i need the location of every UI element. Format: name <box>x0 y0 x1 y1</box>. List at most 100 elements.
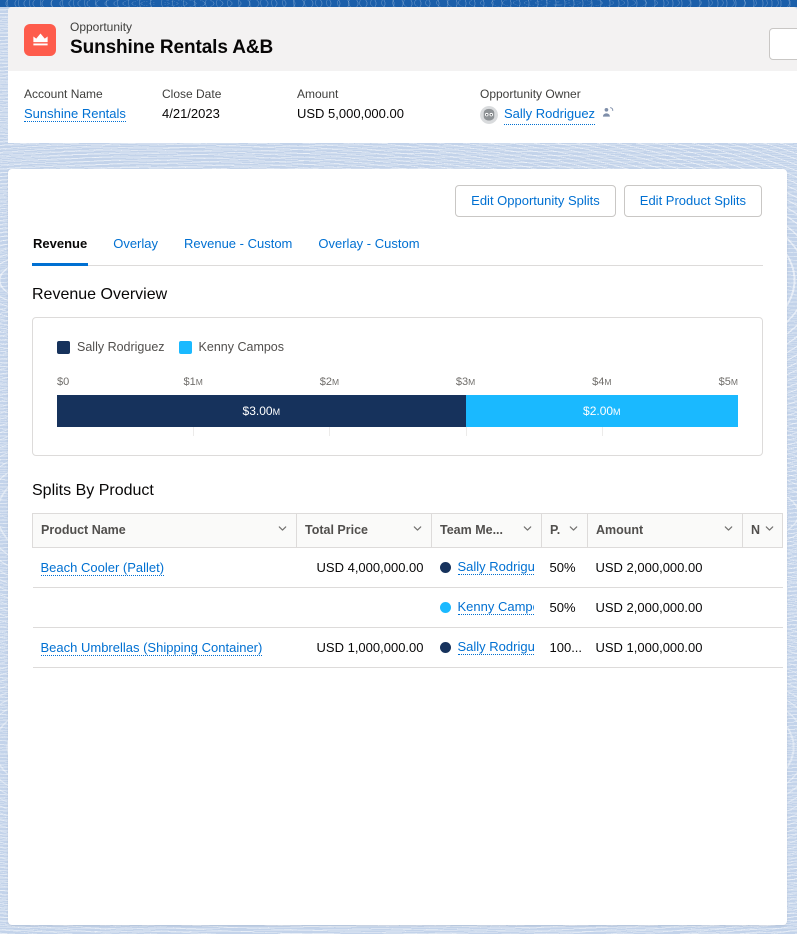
tab-overlay[interactable]: Overlay <box>112 233 159 266</box>
cell-product-name[interactable]: Beach Cooler (Pallet) <box>32 547 297 588</box>
team-member-link[interactable]: Sally Rodrigue <box>457 639 534 655</box>
cell-n <box>742 627 783 668</box>
table-row: Kenny Campos 50%USD 2,000,000.00 <box>32 587 783 628</box>
chart-plot: $0 $1M $2M $3M $4M $5M $3.00M $2.00M <box>57 376 738 436</box>
splits-by-product-heading: Splits By Product <box>32 482 154 499</box>
axis-tick-label: $2M <box>319 376 340 388</box>
chevron-down-icon[interactable] <box>277 523 288 537</box>
splits-panel: Edit Opportunity Splits Edit Product Spl… <box>8 169 787 925</box>
field-value: 4/21/2023 <box>162 106 220 122</box>
cell-percent: 50% <box>541 547 588 588</box>
bar-track: $3.00M $2.00M <box>57 395 738 427</box>
column-header[interactable]: P. <box>541 513 588 548</box>
chevron-down-icon[interactable] <box>723 523 734 537</box>
table-row: Beach Umbrellas (Shipping Container) USD … <box>32 627 783 668</box>
cell-percent: 100... <box>541 627 588 668</box>
legend-swatch <box>178 340 192 354</box>
revenue-overview-heading: Revenue Overview <box>32 286 168 303</box>
splits-table: Product Name Total Price Team Me... P. Amoun… <box>32 513 783 668</box>
table-header: Product Name Total Price Team Me... P. Amoun… <box>32 513 783 548</box>
axis-tick-label: $5M <box>718 376 738 388</box>
bar-value-label: $2.00M <box>583 404 621 418</box>
header-action-button[interactable] <box>769 28 797 60</box>
axis-tick-label: $1M <box>183 376 203 388</box>
axis-tick-label: $4M <box>592 376 612 388</box>
legend-item: Sally Rodriguez <box>57 340 165 354</box>
field-amount: Amount USD 5,000,000.00 <box>297 86 480 125</box>
action-buttons: Edit Opportunity Splits Edit Product Spl… <box>32 185 763 217</box>
cell-product-name <box>32 587 297 628</box>
cell-total-price: USD 4,000,000.00 <box>296 547 432 588</box>
column-header-label: Amount <box>596 523 644 537</box>
field-opportunity-owner: Opportunity Owner Sally Rodriguez <box>480 86 781 126</box>
opportunity-owner-link[interactable]: Sally Rodriguez <box>504 105 596 126</box>
legend-swatch <box>57 340 70 354</box>
cell-team-member[interactable]: Sally Rodrigue <box>431 627 542 668</box>
column-header[interactable]: Total Price <box>296 513 432 548</box>
edit-product-splits-button[interactable]: Edit Product Splits <box>623 185 762 217</box>
table-row: Beach Cooler (Pallet) USD 4,000,000.00 Sal… <box>32 547 783 588</box>
field-label: Account Name <box>24 87 103 101</box>
column-header-label: P. <box>550 523 561 537</box>
column-header-label: Team Me... <box>440 523 503 537</box>
table-header-row: Product Name Total Price Team Me... P. Amoun… <box>32 513 783 548</box>
product-name-link[interactable]: Beach Cooler (Pallet) <box>40 559 165 576</box>
revenue-chart-card: Sally Rodriguez Kenny Campos $0 $1M $2M $3M $… <box>32 317 763 456</box>
member-color-dot <box>439 601 451 613</box>
column-header[interactable]: N <box>742 513 783 548</box>
tab-revenue[interactable]: Revenue <box>32 233 89 266</box>
product-name-link[interactable]: Beach Umbrellas (Shipping Container) <box>40 639 263 656</box>
chevron-down-icon[interactable] <box>412 523 423 537</box>
column-header[interactable]: Product Name <box>32 513 297 548</box>
axis-tick-label: $3M <box>455 376 476 388</box>
team-member-link[interactable]: Kenny Campos <box>457 599 534 615</box>
field-close-date: Close Date 4/21/2023 <box>162 86 297 125</box>
chevron-down-icon[interactable] <box>568 523 579 537</box>
edit-opportunity-splits-button[interactable]: Edit Opportunity Splits <box>455 185 616 217</box>
tab-bar: Revenue Overlay Revenue - Custom Overlay… <box>32 233 763 266</box>
change-owner-icon[interactable] <box>601 106 614 125</box>
app-top-bar <box>0 0 797 7</box>
tab-revenue-custom[interactable]: Revenue - Custom <box>183 233 293 266</box>
chevron-down-icon[interactable] <box>764 523 775 537</box>
table-body: Beach Cooler (Pallet) USD 4,000,000.00 Sal… <box>32 547 783 668</box>
cell-total-price: USD 1,000,000.00 <box>296 627 432 668</box>
cell-product-name[interactable]: Beach Umbrellas (Shipping Container) <box>32 627 297 668</box>
record-type-label: Opportunity <box>70 19 133 34</box>
field-value: USD 5,000,000.00 <box>297 106 404 122</box>
column-header[interactable]: Amount <box>587 513 743 548</box>
legend-item: Kenny Campos <box>178 340 284 354</box>
axis-tick-label: $0 <box>57 376 70 388</box>
column-header-label: N <box>751 523 761 537</box>
opportunity-crown-icon <box>24 23 56 56</box>
cell-amount: USD 2,000,000.00 <box>587 547 743 588</box>
highlights-fields: Account Name Sunshine Rentals Close Date… <box>8 71 797 144</box>
chevron-down-icon[interactable] <box>522 523 533 537</box>
field-label: Close Date <box>162 87 222 101</box>
cell-percent: 50% <box>541 587 588 628</box>
member-color-dot <box>439 561 451 573</box>
field-account-name: Account Name Sunshine Rentals <box>24 86 162 125</box>
record-header-top: Opportunity Sunshine Rentals A&B <box>8 7 797 71</box>
field-label: Opportunity Owner <box>480 87 581 101</box>
cell-team-member[interactable]: Sally Rodrigue <box>431 547 542 588</box>
member-color-dot <box>439 641 451 653</box>
field-label: Amount <box>297 87 339 101</box>
cell-team-member[interactable]: Kenny Campos <box>431 587 542 628</box>
bar-segment[interactable]: $2.00M <box>465 395 738 427</box>
cell-amount: USD 2,000,000.00 <box>587 587 743 628</box>
tab-overlay-custom[interactable]: Overlay - Custom <box>317 233 420 266</box>
bar-value-label: $3.00M <box>242 404 281 418</box>
legend-label: Sally Rodriguez <box>77 340 165 354</box>
bar-segment[interactable]: $3.00M <box>57 395 466 427</box>
column-header-label: Product Name <box>41 523 126 537</box>
column-header-label: Total Price <box>305 523 368 537</box>
team-member-link[interactable]: Sally Rodrigue <box>457 559 534 575</box>
stacked-bar: $3.00M $2.00M <box>57 395 738 436</box>
record-header: Opportunity Sunshine Rentals A&B Account… <box>8 7 797 144</box>
field-value: Sunshine Rentals <box>24 105 162 124</box>
account-name-link[interactable]: Sunshine Rentals <box>24 106 126 123</box>
chart-x-axis: $0 $1M $2M $3M $4M $5M <box>57 376 738 391</box>
column-header[interactable]: Team Me... <box>431 513 542 548</box>
cell-n <box>742 587 783 628</box>
